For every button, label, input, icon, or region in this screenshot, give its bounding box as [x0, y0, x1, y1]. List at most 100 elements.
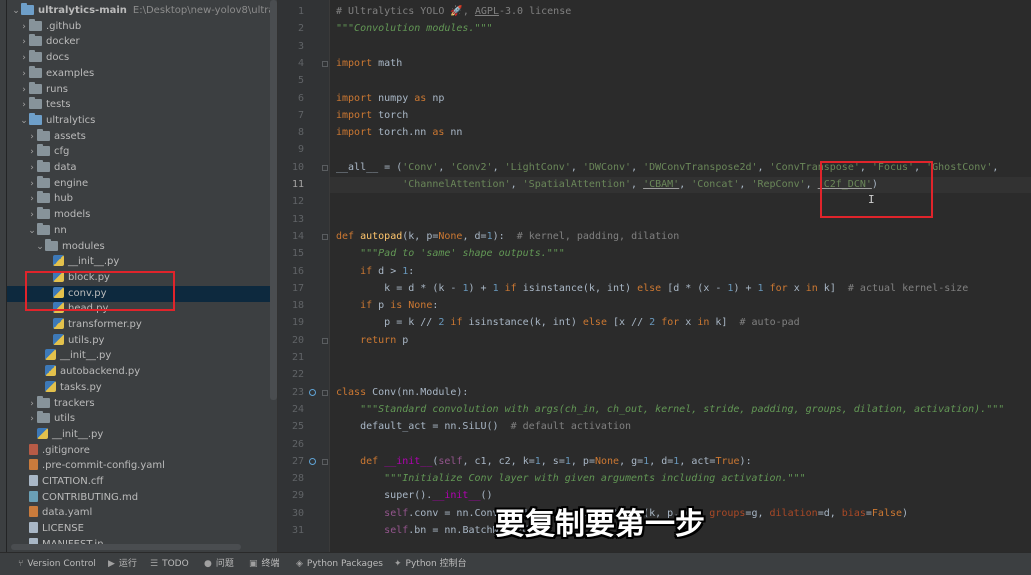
code-line[interactable]: if d > 1: — [336, 264, 414, 280]
chevron-right-icon[interactable]: › — [19, 50, 29, 66]
left-tool-strip — [0, 0, 7, 552]
fold-marker-icon[interactable] — [322, 233, 328, 240]
tool-tab[interactable]: ● 问题 — [204, 553, 234, 575]
tree-item-label: CONTRIBUTING.md — [42, 491, 139, 503]
tree-item[interactable]: › docker — [7, 34, 277, 50]
tool-tab[interactable]: ◈ Python Packages — [296, 553, 383, 575]
code-line[interactable]: import torch — [336, 108, 408, 124]
terminal-icon: ▣ — [249, 559, 258, 569]
code-line[interactable]: class Conv(nn.Module): — [336, 385, 468, 401]
chevron-right-icon[interactable]: › — [19, 19, 29, 35]
code-line[interactable]: import torch.nn as nn — [336, 125, 462, 141]
tree-item[interactable]: › .github — [7, 18, 277, 35]
tree-item[interactable]: › cfg — [7, 144, 277, 160]
tree-item[interactable]: ⌄ ultralytics — [7, 112, 277, 129]
fold-marker-icon[interactable] — [322, 60, 328, 67]
code-token: k] — [709, 317, 740, 329]
tree-item[interactable]: ›.gitignore — [7, 443, 277, 459]
tree-item[interactable]: ›autobackend.py — [7, 364, 277, 380]
chevron-right-icon[interactable]: › — [27, 160, 37, 176]
tree-item[interactable]: ⌄ nn — [7, 222, 277, 239]
annotation-box-c2f-dcn — [820, 161, 933, 218]
tree-item[interactable]: ›LICENSE — [7, 521, 277, 537]
code-line[interactable]: import math — [336, 56, 402, 72]
tree-item[interactable]: › data — [7, 160, 277, 176]
override-marker-icon[interactable] — [309, 388, 316, 396]
tree-item[interactable]: › docs — [7, 50, 277, 66]
tree-item[interactable]: › assets — [7, 128, 277, 145]
tree-horizontal-scrollbar[interactable] — [11, 544, 241, 550]
code-editor[interactable]: 1 2 3 4 5 6 7 8 9 10 11 12 13 14 15 16 17 18 19 20 21 22 23 24 2… — [277, 0, 1031, 552]
tree-item[interactable]: › models — [7, 207, 277, 223]
fold-marker-icon[interactable] — [322, 389, 328, 396]
code-line[interactable]: 'ChannelAttention', 'SpatialAttention', … — [336, 177, 878, 193]
project-path: E:\Desktop\new-yolov8\ultralytics — [132, 5, 277, 16]
tree-item[interactable]: › utils — [7, 411, 277, 427]
chevron-right-icon[interactable]: › — [27, 144, 37, 160]
tree-item[interactable]: ›__init__.py — [7, 254, 277, 270]
tree-item[interactable]: › examples — [7, 65, 277, 82]
chevron-down-icon[interactable]: ⌄ — [35, 239, 45, 255]
tool-tab[interactable]: ☰ TODO — [150, 553, 189, 575]
code-line[interactable]: # Ultralytics YOLO 🚀, AGPL-3.0 license — [336, 4, 571, 20]
line-number: 3 — [297, 40, 304, 52]
code-line[interactable]: k = d * (k - 1) + 1 if isinstance(k, int… — [336, 281, 968, 297]
tree-item[interactable]: ›tasks.py — [7, 380, 277, 396]
tree-item[interactable]: ›__init__.py — [7, 348, 277, 364]
code-line[interactable]: """Standard convolution with args(ch_in,… — [336, 402, 1004, 418]
chevron-right-icon[interactable]: › — [27, 411, 37, 427]
code-line[interactable]: """Pad to 'same' shape outputs.""" — [336, 246, 565, 262]
chevron-right-icon[interactable]: › — [27, 396, 37, 412]
chevron-right-icon[interactable]: › — [27, 176, 37, 192]
code-line[interactable]: default_act = nn.SiLU() # default activa… — [336, 419, 631, 435]
chevron-down-icon[interactable]: ⌄ — [19, 113, 29, 129]
code-line[interactable]: return p — [336, 333, 408, 349]
chevron-right-icon[interactable]: › — [19, 66, 29, 82]
chevron-right-icon[interactable]: › — [27, 129, 37, 145]
tree-item[interactable]: ›utils.py — [7, 333, 277, 349]
tree-item[interactable]: ⌄ modules — [7, 238, 277, 255]
chevron-down-icon[interactable]: ⌄ — [27, 223, 37, 239]
tool-tab[interactable]: ✦ Python 控制台 — [394, 553, 467, 575]
folder-icon — [29, 112, 42, 125]
fold-marker-icon[interactable] — [322, 337, 328, 344]
tool-tab[interactable]: ▶ 运行 — [108, 553, 137, 575]
tree-item[interactable]: ›__init__.py — [7, 427, 277, 443]
code-line[interactable]: """Initialize Conv layer with given argu… — [336, 471, 805, 487]
chevron-right-icon[interactable]: › — [19, 97, 29, 113]
code-token: 'RepConv' — [751, 179, 806, 190]
tree-item[interactable]: ›transformer.py — [7, 317, 277, 333]
tool-tab[interactable]: ⑂ Version Control — [18, 553, 96, 575]
line-number: 15 — [291, 248, 304, 260]
line-number: 24 — [291, 403, 304, 415]
code-line[interactable]: if p is None: — [336, 298, 438, 314]
tree-item[interactable]: › hub — [7, 191, 277, 207]
chevron-down-icon[interactable]: ⌄ — [11, 3, 21, 19]
code-line[interactable]: """Convolution modules.""" — [336, 21, 493, 37]
code-line[interactable]: import numpy as np — [336, 91, 444, 107]
tree-vertical-scrollbar[interactable] — [270, 0, 277, 400]
chevron-right-icon[interactable]: › — [19, 82, 29, 98]
folder-icon — [45, 238, 58, 251]
tree-item[interactable]: › tests — [7, 97, 277, 113]
code-line[interactable]: def autopad(k, p=None, d=1): # kernel, p… — [336, 229, 679, 245]
tree-item[interactable]: ›CONTRIBUTING.md — [7, 490, 277, 506]
fold-marker-icon[interactable] — [322, 458, 328, 465]
code-line[interactable]: def __init__(self, c1, c2, k=1, s=1, p=N… — [336, 454, 752, 470]
chevron-right-icon[interactable]: › — [19, 34, 29, 50]
tree-item[interactable]: ⌄ ultralytics-main E:\Desktop\new-yolov8\u… — [7, 3, 277, 19]
line-number: 6 — [297, 92, 304, 104]
code-line[interactable]: p = k // 2 if isinstance(k, int) else [x… — [336, 315, 800, 331]
code-token: self — [384, 507, 409, 519]
override-marker-icon[interactable] — [309, 457, 316, 465]
tree-item[interactable]: › trackers — [7, 395, 277, 412]
fold-marker-icon[interactable] — [322, 164, 328, 171]
tree-item[interactable]: ›CITATION.cff — [7, 474, 277, 490]
tree-item[interactable]: › engine — [7, 175, 277, 192]
tree-item[interactable]: › runs — [7, 81, 277, 98]
chevron-right-icon[interactable]: › — [27, 191, 37, 207]
tree-item[interactable]: ›data.yaml — [7, 505, 277, 521]
tree-item[interactable]: ›.pre-commit-config.yaml — [7, 458, 277, 474]
tool-tab[interactable]: ▣ 终端 — [249, 553, 280, 575]
chevron-right-icon[interactable]: › — [27, 207, 37, 223]
